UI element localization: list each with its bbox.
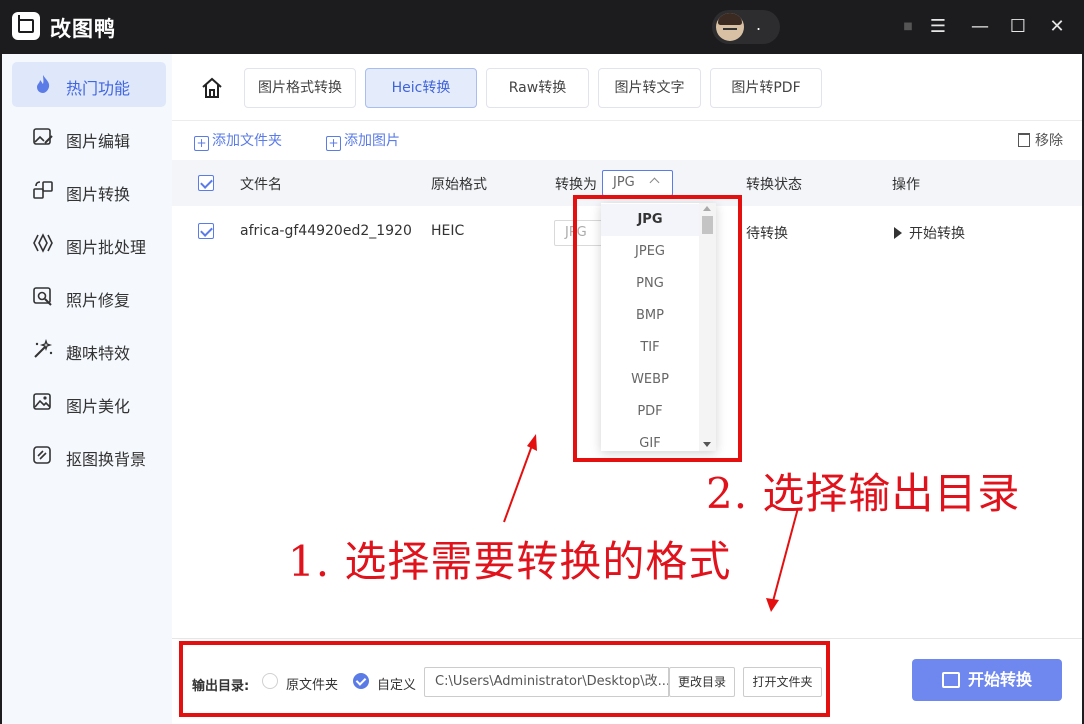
sidebar-item-photo-repair[interactable]: 照片修复 (12, 274, 166, 319)
add-image-label: 添加图片 (344, 133, 400, 149)
row-start-button[interactable]: 开始转换 (894, 223, 965, 243)
sidebar: 热门功能 图片编辑 图片转换 图片批处理 照片修复 趣味特效 图片美化 抠图换背… (0, 54, 172, 724)
sidebar-item-batch[interactable]: 图片批处理 (12, 221, 166, 266)
add-image-icon: + (326, 136, 341, 151)
chevron-up-icon (649, 177, 660, 188)
tab-heic[interactable]: Heic转换 (365, 68, 477, 108)
close-button[interactable]: ✕ (1044, 14, 1070, 40)
sidebar-item-hot[interactable]: 热门功能 (12, 62, 166, 107)
sidebar-item-effects[interactable]: 趣味特效 (12, 327, 166, 372)
add-folder-label: 添加文件夹 (212, 133, 282, 149)
annotation-step1: 1. 选择需要转换的格式 (288, 537, 732, 586)
tab-image-format[interactable]: 图片格式转换 (244, 68, 356, 108)
sidebar-item-label: 图片批处理 (66, 238, 147, 257)
photo-repair-icon (33, 287, 52, 306)
add-folder-button[interactable]: + 添加文件夹 (194, 130, 282, 151)
user-name: . (756, 15, 762, 34)
add-folder-icon: + (194, 136, 209, 151)
sidebar-item-image-edit[interactable]: 图片编辑 (12, 115, 166, 160)
sidebar-item-label: 图片编辑 (66, 132, 131, 151)
divider (172, 120, 1082, 121)
row-checkbox[interactable] (198, 223, 214, 239)
batch-icon (33, 233, 53, 253)
magic-wand-icon (34, 339, 53, 358)
sidebar-item-label: 抠图换背景 (66, 450, 147, 469)
batch-format-value: JPG (613, 175, 635, 190)
play-icon (894, 227, 902, 239)
avatar (716, 13, 744, 41)
remove-label: 移除 (1035, 133, 1063, 149)
select-all-checkbox[interactable] (198, 175, 214, 191)
swap-icon (941, 672, 960, 688)
user-chip[interactable]: . (712, 10, 780, 44)
app-name: 改图鸭 (50, 17, 116, 41)
home-icon[interactable] (200, 76, 224, 100)
row-start-label: 开始转换 (909, 226, 965, 242)
image-convert-icon (33, 181, 53, 199)
image-edit-icon (33, 128, 53, 145)
row-filename: africa-gf44920ed2_1920 (240, 223, 412, 239)
minimize-button[interactable]: — (967, 14, 993, 40)
sidebar-item-label: 热门功能 (66, 79, 131, 98)
sidebar-item-beautify[interactable]: 图片美化 (12, 380, 166, 425)
row-orig-format: HEIC (431, 223, 465, 239)
add-image-button[interactable]: + 添加图片 (326, 130, 400, 151)
annotation-box-output (179, 641, 830, 717)
title-bar: 改图鸭 . ■ ☰ — ☐ ✕ (0, 0, 1084, 54)
sidebar-item-label: 图片美化 (66, 397, 131, 416)
header-convert-to: 转换为 (555, 177, 597, 193)
sidebar-item-label: 图片转换 (66, 185, 131, 204)
tab-image-to-text[interactable]: 图片转文字 (598, 68, 701, 108)
maximize-button[interactable]: ☐ (1005, 14, 1031, 40)
trash-icon (1018, 133, 1030, 147)
dot-icon: ■ (903, 21, 913, 32)
sidebar-item-label: 趣味特效 (66, 344, 131, 363)
tab-raw[interactable]: Raw转换 (486, 68, 589, 108)
remove-button[interactable]: 移除 (1018, 130, 1063, 150)
annotation-step2: 2. 选择输出目录 (706, 469, 1021, 518)
cutout-icon (33, 446, 51, 464)
batch-format-select[interactable]: JPG (602, 170, 673, 196)
header-orig-format: 原始格式 (431, 177, 487, 193)
row-status: 待转换 (746, 226, 788, 242)
sidebar-item-label: 照片修复 (66, 291, 131, 310)
header-status: 转换状态 (746, 177, 802, 193)
menu-icon[interactable]: ☰ (925, 14, 951, 40)
header-action: 操作 (892, 177, 920, 193)
flame-icon (37, 75, 50, 93)
sidebar-item-cutout[interactable]: 抠图换背景 (12, 433, 166, 478)
image-beautify-icon (33, 393, 51, 410)
start-convert-button[interactable]: 开始转换 (912, 659, 1062, 701)
annotation-box-format (573, 195, 742, 462)
app-logo-icon (12, 12, 40, 40)
tab-image-to-pdf[interactable]: 图片转PDF (710, 68, 822, 108)
sidebar-item-image-convert[interactable]: 图片转换 (12, 168, 166, 213)
header-filename: 文件名 (240, 177, 282, 193)
start-convert-label: 开始转换 (967, 670, 1032, 689)
